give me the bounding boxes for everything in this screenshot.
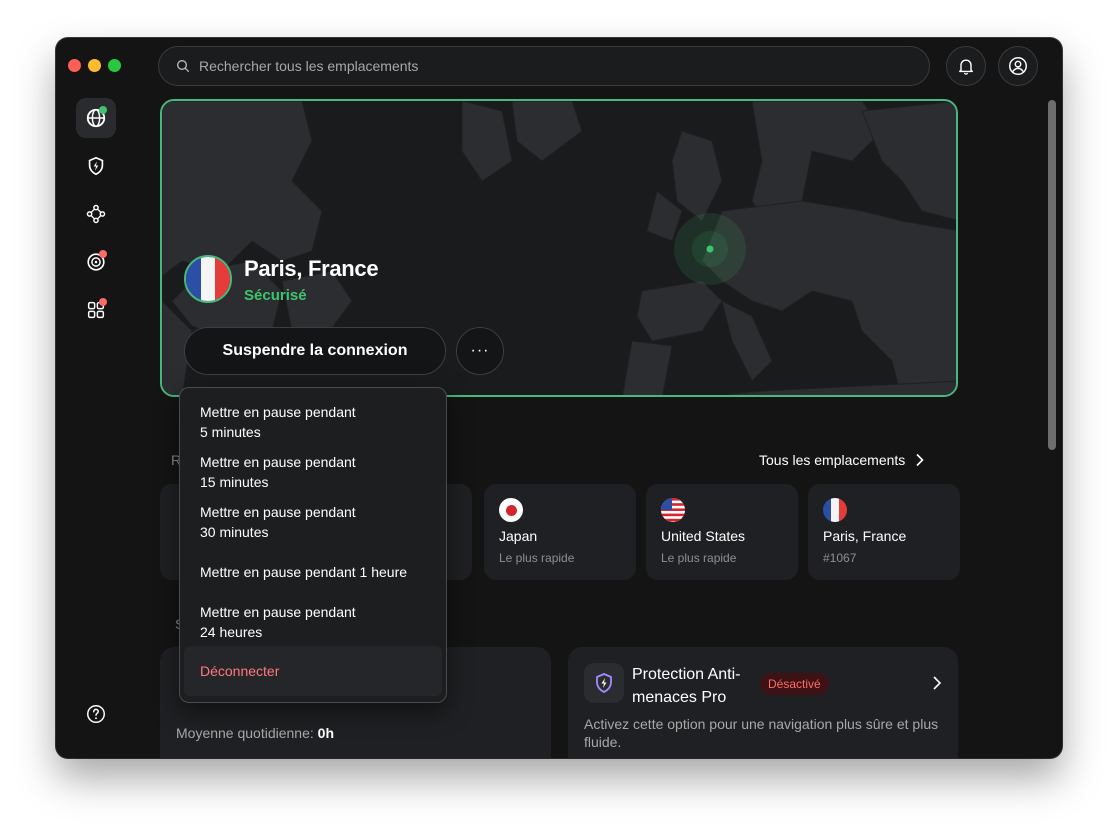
pause-30-minutes[interactable]: Mettre en pause pendant 30 minutes <box>184 500 442 544</box>
all-locations-link[interactable]: Tous les emplacements <box>759 452 925 468</box>
menu-item-label: Mettre en pause pendant <box>200 604 356 620</box>
pause-menu: Mettre en pause pendant 5 minutes Mettre… <box>179 387 447 703</box>
connected-dot <box>99 106 107 114</box>
sidebar <box>56 38 136 758</box>
threat-protection-card[interactable]: Protection Anti-menaces Pro Désactivé Ac… <box>568 647 958 758</box>
daily-average-label: Moyenne quotidienne: <box>176 725 314 741</box>
sidebar-item-dark-web-monitor[interactable] <box>76 242 116 282</box>
menu-item-duration: 15 minutes <box>200 474 269 490</box>
sidebar-item-apps[interactable] <box>76 290 116 330</box>
bell-icon <box>959 59 973 75</box>
more-options-button[interactable]: ··· <box>456 327 504 375</box>
scrollbar[interactable] <box>1048 100 1056 450</box>
france-flag-icon <box>184 255 232 303</box>
usa-flag-icon <box>661 498 685 522</box>
shield-bolt-icon <box>596 673 612 693</box>
connection-status: Sécurisé <box>244 287 307 304</box>
search-icon <box>177 60 189 72</box>
chevron-right-icon <box>933 676 942 690</box>
search-bar[interactable] <box>158 46 930 86</box>
recent-card-japan[interactable]: Japan Le plus rapide <box>484 484 636 580</box>
connection-card: Paris, France Sécurisé Suspendre la conn… <box>160 99 958 397</box>
sidebar-item-threat-protection[interactable] <box>76 146 116 186</box>
suspend-connection-button[interactable]: Suspendre la connexion <box>184 327 446 375</box>
menu-item-duration: 5 minutes <box>200 424 261 440</box>
card-location-name: United States <box>661 528 746 544</box>
sidebar-item-vpn[interactable] <box>76 98 116 138</box>
card-location-subtitle: Le plus rapide <box>499 551 575 565</box>
connected-location: Paris, France <box>244 256 379 281</box>
menu-item-duration: 24 heures <box>200 624 263 640</box>
help-icon <box>87 705 105 723</box>
card-location-name: Paris, France <box>823 528 907 544</box>
app-window: Paris, France Sécurisé Suspendre la conn… <box>56 38 1062 758</box>
recent-card-united-states[interactable]: United States Le plus rapide <box>646 484 798 580</box>
recent-card-paris-france[interactable]: Paris, France #1067 <box>808 484 960 580</box>
daily-average-value: 0h <box>317 725 335 741</box>
threat-protection-icon <box>584 663 624 703</box>
threat-protection-title: Protection Anti-menaces Pro <box>632 666 741 706</box>
pause-15-minutes[interactable]: Mettre en pause pendant 15 minutes <box>184 450 442 494</box>
alert-dot <box>99 298 107 306</box>
notifications-button[interactable] <box>946 46 986 86</box>
alert-dot <box>99 250 107 258</box>
japan-flag-icon <box>499 498 523 522</box>
mesh-network-icon <box>86 204 106 224</box>
card-location-name: Japan <box>499 528 538 544</box>
card-location-subtitle: #1067 <box>823 551 857 565</box>
shield-bolt-icon <box>88 156 104 176</box>
disconnect-button[interactable]: Déconnecter <box>184 646 442 696</box>
status-badge: Désactivé <box>760 673 829 695</box>
account-button[interactable] <box>998 46 1038 86</box>
all-locations-label: Tous les emplacements <box>759 452 906 468</box>
france-flag-icon <box>823 498 847 522</box>
menu-item-label: Mettre en pause pendant <box>200 454 356 470</box>
user-icon <box>1009 57 1027 75</box>
threat-protection-description: Activez cette option pour une navigation… <box>584 716 939 750</box>
pause-1-hour[interactable]: Mettre en pause pendant 1 heure <box>184 558 442 586</box>
menu-item-label: Mettre en pause pendant 1 heure <box>200 564 408 580</box>
sidebar-item-meshnet[interactable] <box>76 194 116 234</box>
card-location-subtitle: Le plus rapide <box>661 551 737 565</box>
pause-24-hours[interactable]: Mettre en pause pendant 24 heures <box>184 600 442 644</box>
daily-average: Moyenne quotidienne: 0h <box>176 725 334 741</box>
search-input[interactable] <box>199 58 899 74</box>
chevron-right-icon <box>916 453 924 467</box>
menu-item-label: Mettre en pause pendant <box>200 504 356 520</box>
menu-item-duration: 30 minutes <box>200 524 269 540</box>
menu-item-label: Mettre en pause pendant <box>200 404 356 420</box>
pause-5-minutes[interactable]: Mettre en pause pendant 5 minutes <box>184 400 442 444</box>
help-button[interactable] <box>76 694 116 734</box>
